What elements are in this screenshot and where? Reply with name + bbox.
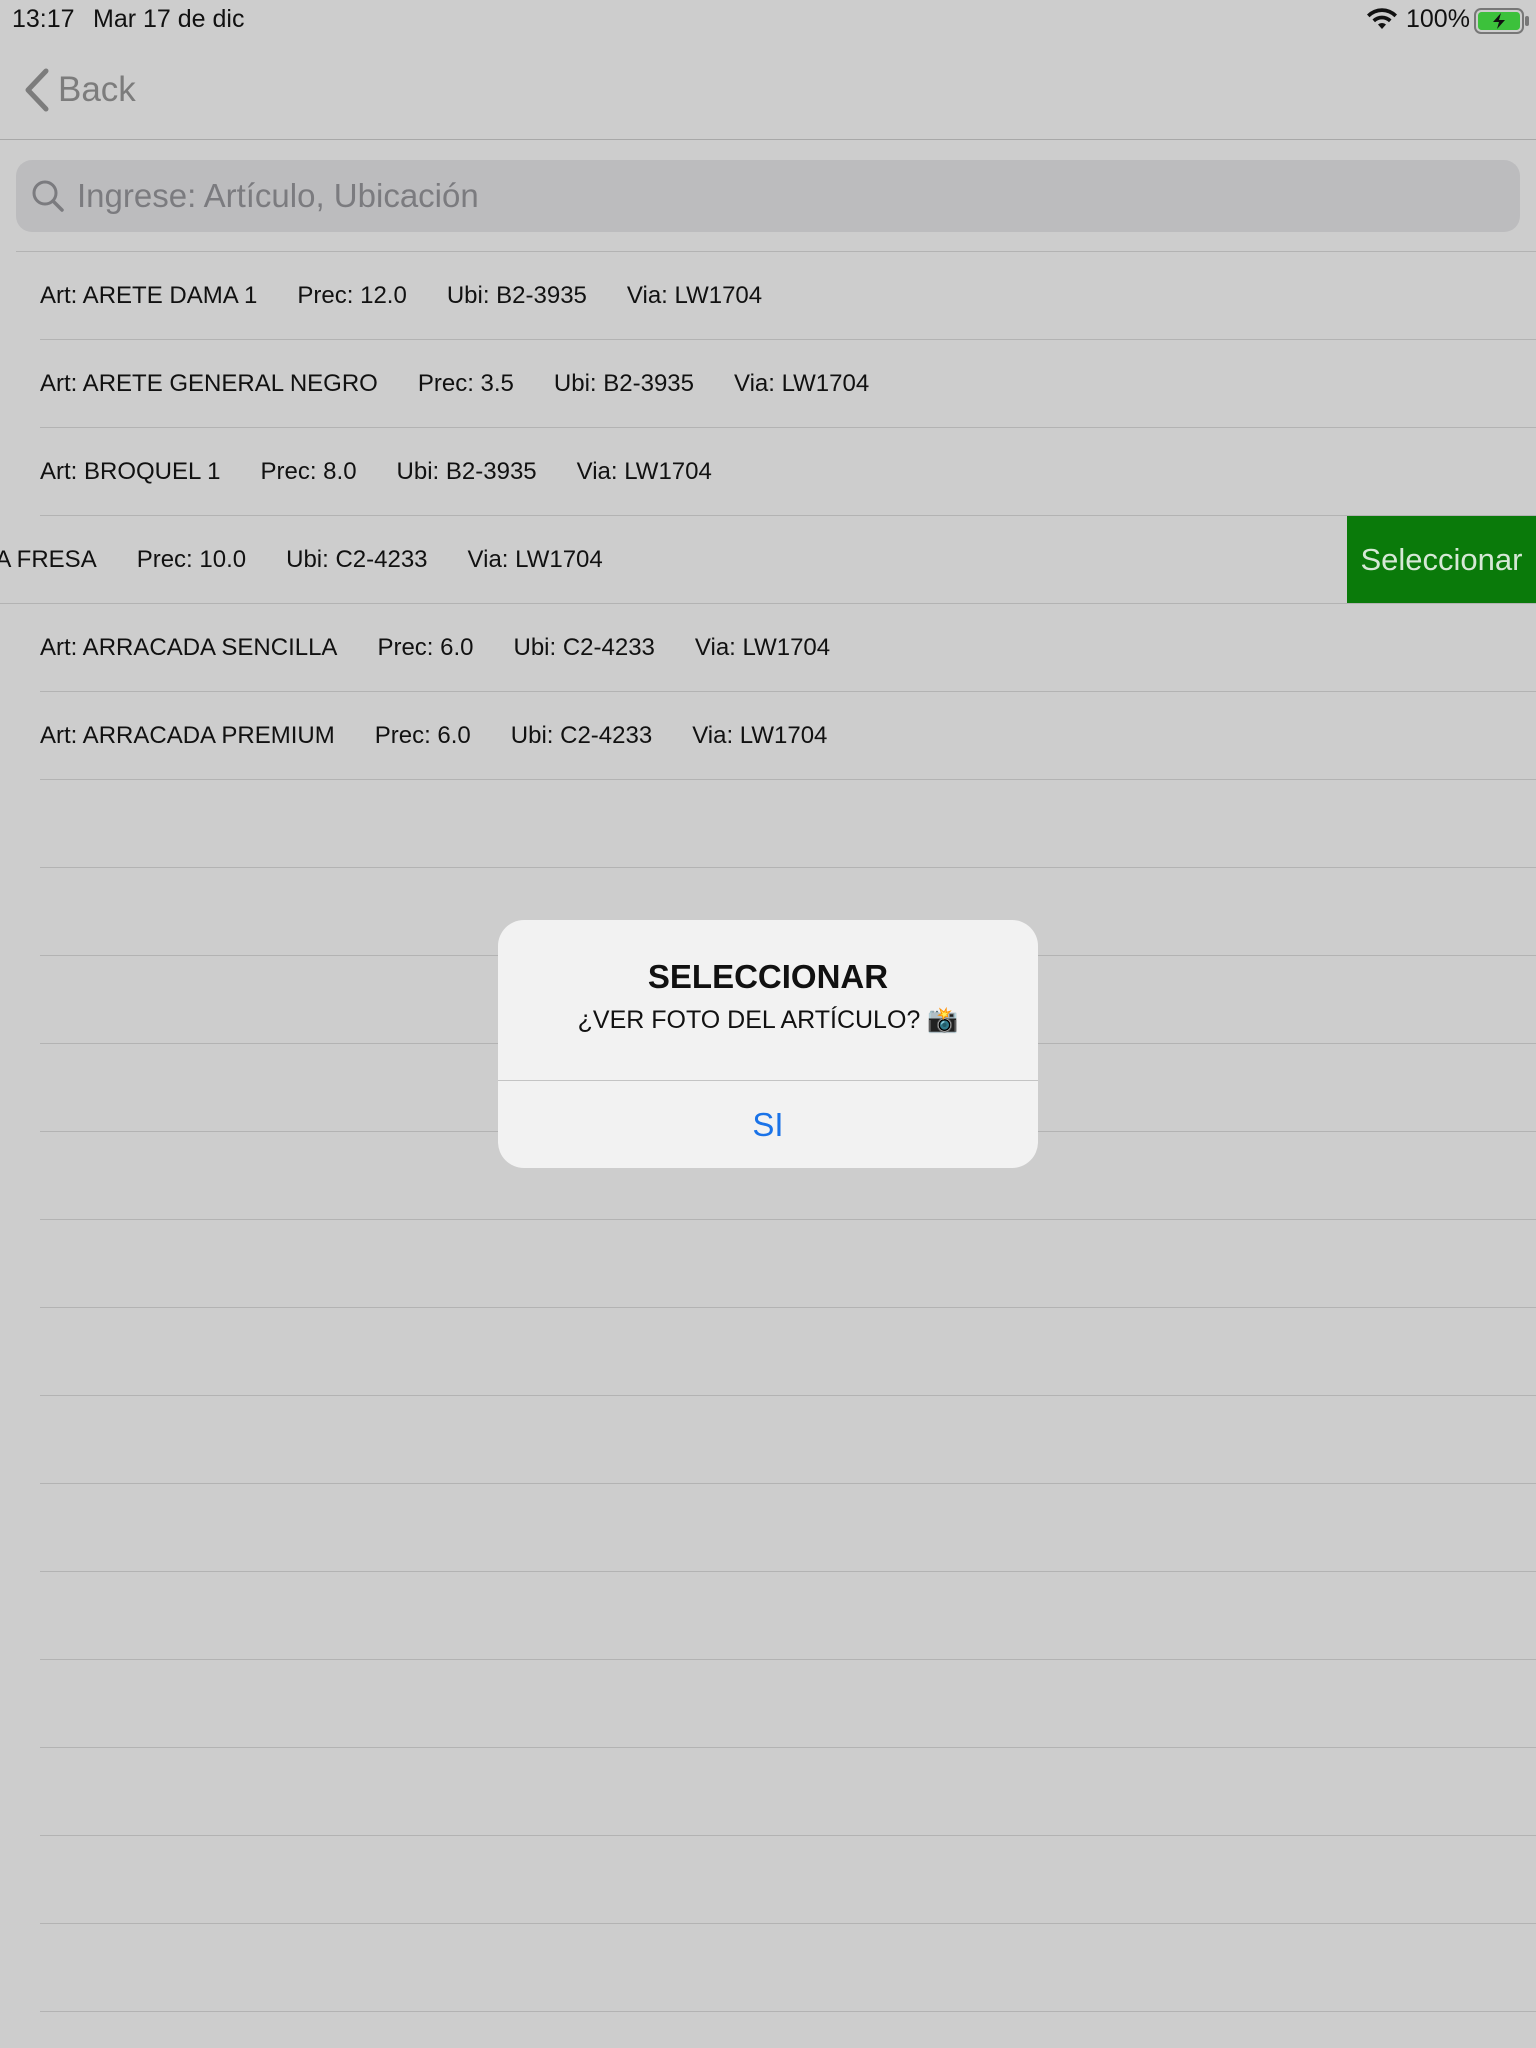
price-label: Prec: 3.5 bbox=[417, 369, 514, 397]
location-label: Ubi: C2-4233 bbox=[510, 721, 653, 749]
list-item-cells: Art: ARETE GENERAL NEGRO Prec: 3.5 Ubi: B2… bbox=[40, 340, 909, 427]
location-label: Ubi: C2-4233 bbox=[286, 545, 428, 573]
back-label: Back bbox=[58, 70, 136, 109]
status-date: Mar 17 de dic bbox=[93, 5, 245, 33]
price-label: Prec: 10.0 bbox=[136, 545, 247, 573]
location-label: Ubi: B2-3935 bbox=[446, 281, 587, 309]
via-label: Via: LW1704 bbox=[694, 633, 831, 661]
alert-message: ¿VER FOTO DEL ARTÍCULO? 📸 bbox=[577, 1006, 959, 1034]
via-label: Via: LW1704 bbox=[734, 369, 870, 397]
search-icon bbox=[32, 180, 64, 212]
article-label: Art: ARRACADA PREMIUM bbox=[40, 721, 335, 749]
via-label: Via: LW1704 bbox=[576, 457, 712, 485]
article-label: Art: ARETE GENERAL NEGRO bbox=[40, 369, 378, 397]
empty-row bbox=[40, 1572, 1536, 1660]
article-label: Art: ARETE DAMA 1 bbox=[40, 281, 258, 309]
via-label: Via: LW1704 bbox=[626, 281, 763, 309]
empty-row bbox=[40, 1836, 1536, 1924]
empty-row bbox=[40, 780, 1536, 868]
search-bar[interactable] bbox=[16, 160, 1520, 232]
article-label: Art: BROQUEL 1 bbox=[40, 457, 221, 485]
alert-si-button[interactable]: SI bbox=[498, 1081, 1038, 1168]
list-item-cells: Art: ARRACADA PREMIUM Prec: 6.0 Ubi: C2-42… bbox=[40, 692, 867, 779]
empty-row bbox=[40, 1924, 1536, 2012]
list-item-cells: DA FRESA Prec: 10.0 Ubi: C2-4233 Via: LW170… bbox=[0, 516, 643, 603]
empty-row bbox=[40, 1748, 1536, 1836]
price-label: Prec: 6.0 bbox=[374, 721, 471, 749]
list-item[interactable]: Art: ARRACADA PREMIUM Prec: 6.0 Ubi: C2-42… bbox=[40, 692, 1536, 780]
search-input[interactable] bbox=[75, 165, 1520, 227]
alert-dialog: SELECCIONAR ¿VER FOTO DEL ARTÍCULO? 📸 SI bbox=[498, 920, 1038, 1168]
price-label: Prec: 12.0 bbox=[297, 281, 407, 309]
list-item-cells: Art: ARETE DAMA 1 Prec: 12.0 Ubi: B2-3935 V… bbox=[40, 252, 802, 339]
status-time: 13:17 bbox=[12, 5, 75, 33]
price-label: Prec: 8.0 bbox=[260, 457, 357, 485]
list-item-cells: Art: BROQUEL 1 Prec: 8.0 Ubi: B2-3935 Via: … bbox=[40, 428, 752, 515]
via-label: Via: LW1704 bbox=[692, 721, 828, 749]
navigation-bar: Back bbox=[0, 40, 1536, 140]
list-item[interactable]: Art: ARRACADA SENCILLA Prec: 6.0 Ubi: C2-4… bbox=[40, 604, 1536, 692]
list-item-cells: Art: ARRACADA SENCILLA Prec: 6.0 Ubi: C2-4… bbox=[40, 604, 870, 691]
via-label: Via: LW1704 bbox=[467, 545, 603, 573]
chevron-left-icon bbox=[25, 68, 49, 112]
status-bar: 13:17 Mar 17 de dic 100% bbox=[0, 0, 1536, 40]
location-label: Ubi: B2-3935 bbox=[553, 369, 694, 397]
list-item[interactable]: DA FRESA Prec: 10.0 Ubi: C2-4233 Via: LW170… bbox=[0, 516, 1536, 604]
list-item[interactable]: Art: ARETE GENERAL NEGRO Prec: 3.5 Ubi: B2… bbox=[40, 340, 1536, 428]
battery-percent: 100% bbox=[1406, 5, 1470, 33]
empty-row bbox=[40, 1396, 1536, 1484]
back-button[interactable]: Back bbox=[22, 66, 136, 114]
location-label: Ubi: B2-3935 bbox=[396, 457, 537, 485]
article-label: Art: ARRACADA SENCILLA bbox=[40, 633, 338, 661]
price-label: Prec: 6.0 bbox=[377, 633, 474, 661]
wifi-icon bbox=[1367, 8, 1397, 29]
alert-title: SELECCIONAR bbox=[647, 958, 889, 995]
battery-icon bbox=[1474, 8, 1529, 34]
empty-row bbox=[40, 1220, 1536, 1308]
select-action-button[interactable]: Seleccionar bbox=[1347, 516, 1536, 603]
location-label: Ubi: C2-4233 bbox=[513, 633, 655, 661]
empty-row bbox=[40, 1660, 1536, 1748]
article-label: DA FRESA bbox=[0, 545, 97, 573]
empty-row bbox=[40, 1308, 1536, 1396]
list-item[interactable]: Art: ARETE DAMA 1 Prec: 12.0 Ubi: B2-3935 V… bbox=[40, 252, 1536, 340]
list-item[interactable]: Art: BROQUEL 1 Prec: 8.0 Ubi: B2-3935 Via: … bbox=[40, 428, 1536, 516]
empty-row bbox=[40, 1484, 1536, 1572]
